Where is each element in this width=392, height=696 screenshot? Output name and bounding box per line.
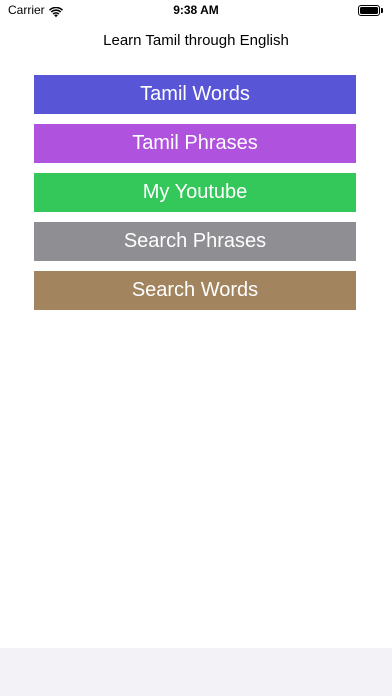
battery-cap [381, 8, 383, 13]
search-phrases-button[interactable]: Search Phrases [34, 222, 356, 261]
tamil-phrases-button[interactable]: Tamil Phrases [34, 124, 356, 163]
main-menu: Tamil Words Tamil Phrases My Youtube Sea… [34, 75, 356, 320]
bottom-bar [0, 648, 392, 696]
page-title: Learn Tamil through English [103, 32, 289, 49]
battery-fill [360, 7, 378, 14]
tamil-words-button[interactable]: Tamil Words [34, 75, 356, 114]
status-time: 9:38 AM [173, 3, 219, 17]
search-words-button[interactable]: Search Words [34, 271, 356, 310]
my-youtube-button[interactable]: My Youtube [34, 173, 356, 212]
battery-icon [358, 5, 383, 16]
status-bar: Carrier 9:38 AM [0, 0, 392, 22]
